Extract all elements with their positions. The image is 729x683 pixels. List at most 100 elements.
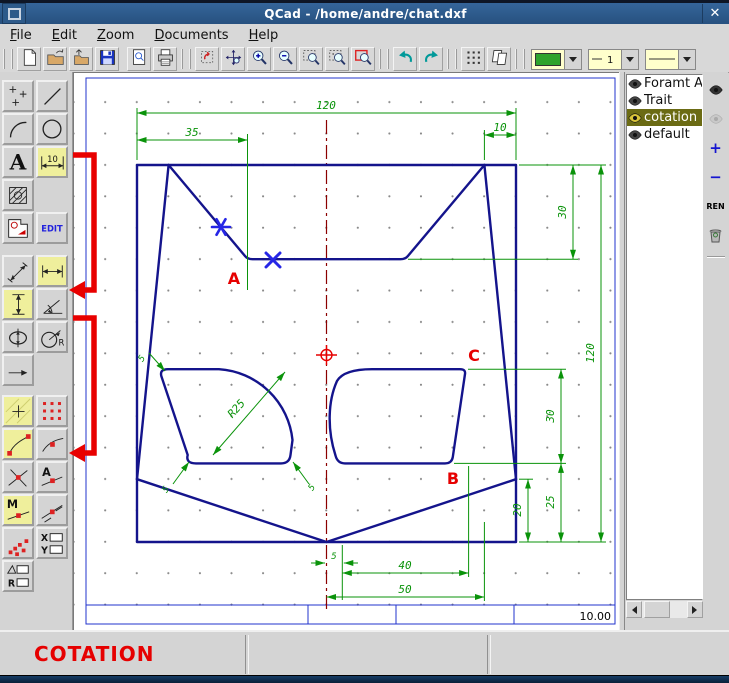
menu-bar: FileEditZoomDocumentsHelp (0, 24, 729, 47)
scroll-right-button[interactable] (687, 601, 703, 618)
print-preview-icon (130, 48, 149, 71)
hatch-tool[interactable] (2, 179, 34, 211)
chevron-down-icon (569, 57, 577, 66)
edit-shape-tool[interactable] (2, 212, 34, 244)
width-combo-dropdown-button[interactable] (621, 50, 638, 69)
dim-angular-tool[interactable] (36, 288, 68, 320)
menu-help[interactable]: Help (239, 26, 289, 45)
layer-delete-button[interactable] (706, 225, 726, 245)
eye-icon (628, 79, 642, 89)
width-combo[interactable]: 1 (588, 49, 639, 70)
eye-icon (628, 113, 642, 123)
toolbar-handle[interactable] (447, 49, 457, 69)
save-floppy-button[interactable] (95, 47, 119, 71)
redraw-icon (198, 48, 217, 71)
dim-vertical-tool[interactable] (2, 288, 34, 320)
menu-file[interactable]: File (0, 26, 42, 45)
linetype-combo-dropdown-button[interactable] (678, 50, 695, 69)
svg-text:20: 20 (511, 503, 524, 517)
menu-edit[interactable]: Edit (42, 26, 87, 45)
coords-xy-tool[interactable]: XY (36, 527, 68, 559)
snap-middle-tool[interactable]: M (2, 494, 34, 526)
snap-intersection-tool[interactable] (2, 461, 34, 493)
svg-text:5: 5 (137, 354, 148, 364)
layer-remove-button[interactable]: − (706, 167, 726, 187)
pan-view-button[interactable] (221, 47, 245, 71)
layer-item-trait[interactable]: Trait (627, 92, 702, 109)
color-combo[interactable] (531, 49, 582, 70)
circle-tool[interactable] (36, 113, 68, 145)
eye-icon (709, 114, 723, 124)
layer-item-cotation[interactable]: cotation (627, 109, 702, 126)
snap-distance-tool[interactable] (36, 494, 68, 526)
drawing-canvas[interactable]: 10.00 (73, 72, 619, 630)
points-tool[interactable] (2, 80, 34, 112)
zoom-out-button[interactable] (273, 47, 297, 71)
line-tool[interactable] (36, 80, 68, 112)
snap-points-tool[interactable] (2, 527, 34, 559)
open-folder-button[interactable] (43, 47, 67, 71)
zoom-in-button[interactable] (247, 47, 271, 71)
window-menu-icon[interactable] (2, 3, 26, 24)
dim-diameter-tool[interactable] (2, 321, 34, 353)
toolbar-handle[interactable] (181, 49, 191, 69)
dim-aligned-tool[interactable] (2, 255, 34, 287)
dim-radius-tool[interactable]: R (36, 321, 68, 353)
grid-toggle-icon (464, 48, 483, 71)
dim-leader-tool[interactable] (2, 354, 34, 386)
linetype-combo-value (646, 50, 678, 69)
dim-horizontal-tool[interactable] (36, 255, 68, 287)
snap-grid-tool[interactable] (36, 395, 68, 427)
scrollbar-thumb[interactable] (644, 601, 670, 618)
window-bottom-edge (0, 675, 729, 683)
snap-free-tool[interactable] (2, 395, 34, 427)
grid-toggle-button[interactable] (461, 47, 485, 71)
menu-zoom[interactable]: Zoom (87, 26, 144, 45)
dimension-menu[interactable]: 10 (36, 146, 68, 178)
zoom-auto-button[interactable] (325, 47, 349, 71)
redraw-button[interactable] (195, 47, 219, 71)
svg-text:A: A (42, 466, 51, 479)
text-tool[interactable]: A (2, 146, 34, 178)
import-file-button[interactable] (69, 47, 93, 71)
redo-button[interactable] (419, 47, 443, 71)
arc-tool[interactable] (2, 113, 34, 145)
divider (707, 256, 725, 258)
scroll-left-button[interactable] (626, 601, 642, 618)
close-button[interactable]: ✕ (702, 4, 727, 23)
print-preview-button[interactable] (127, 47, 151, 71)
snap-auto-tool[interactable]: A (36, 461, 68, 493)
layer-item-default[interactable]: default (627, 126, 702, 143)
menu-documents[interactable]: Documents (144, 26, 238, 45)
new-file-button[interactable] (17, 47, 41, 71)
layer-show-all-button[interactable] (706, 80, 726, 100)
linetype-combo[interactable] (645, 49, 696, 70)
snap-on-entity-tool[interactable] (36, 428, 68, 460)
edit-button[interactable]: EDIT (36, 212, 68, 244)
svg-text:10: 10 (493, 121, 507, 134)
svg-text:1: 1 (607, 55, 613, 65)
zoom-window-button[interactable] (299, 47, 323, 71)
layer-list-hscrollbar[interactable] (626, 601, 703, 618)
toolbar-handle[interactable] (515, 49, 525, 69)
angle-radius-tool[interactable]: R (2, 560, 34, 592)
save-floppy-icon (98, 48, 117, 71)
layer-rename-button[interactable]: REN (706, 196, 726, 216)
layer-add-button[interactable]: + (706, 138, 726, 158)
paper-space-button[interactable] (487, 47, 511, 71)
right-eye (330, 369, 465, 463)
layer-hide-all-button[interactable] (706, 109, 726, 129)
snap-endpoint-tool[interactable] (2, 428, 34, 460)
toolbar-handle[interactable] (379, 49, 389, 69)
zoom-previous-button[interactable] (351, 47, 375, 71)
zoom-out-icon (276, 48, 295, 71)
color-combo-dropdown-button[interactable] (564, 50, 581, 69)
toolbar-handle[interactable] (3, 49, 13, 69)
undo-button[interactable] (393, 47, 417, 71)
scrollbar-track[interactable] (642, 601, 687, 618)
print-button[interactable] (153, 47, 177, 71)
right-arrow-icon (692, 606, 701, 614)
layer-item-foramt-a4[interactable]: Foramt A4 (627, 75, 702, 92)
svg-text:M: M (7, 498, 18, 511)
svg-text:5: 5 (307, 483, 318, 493)
